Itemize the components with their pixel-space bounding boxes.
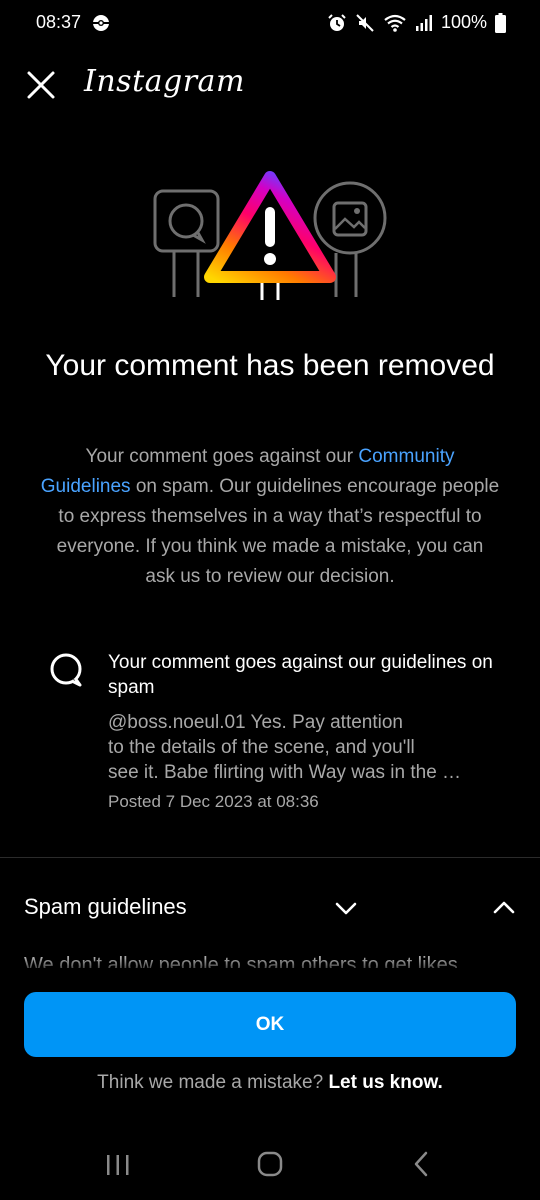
mute-icon bbox=[356, 13, 374, 32]
comment-text-line: @boss.noeul.01 Yes. Pay attention bbox=[108, 712, 404, 733]
chevron-down-icon[interactable] bbox=[332, 894, 360, 922]
comment-posted-date: Posted 7 Dec 2023 at 08:36 bbox=[108, 792, 319, 811]
comment-heading: Your comment goes against our guidelines… bbox=[108, 652, 493, 698]
recent-apps-icon[interactable] bbox=[104, 1152, 132, 1178]
comment-text: @boss.noeul.01 Yes. Pay attention to the… bbox=[108, 710, 498, 785]
status-time: 08:37 bbox=[36, 12, 82, 32]
removed-comment-card: Your comment goes against our guidelines… bbox=[48, 648, 508, 828]
description-text-start: Your comment goes against our bbox=[85, 446, 359, 467]
spam-guidelines-title: Spam guidelines bbox=[24, 894, 187, 919]
comment-text-line: to the details of the scene, and you'll bbox=[108, 737, 415, 758]
warning-illustration bbox=[153, 171, 387, 300]
wifi-icon bbox=[384, 14, 406, 32]
status-bar: 08:37 100% bbox=[0, 0, 540, 48]
instagram-logo: Instagram bbox=[84, 64, 245, 99]
comment-text-line: see it. Babe flirting with Way was in th… bbox=[108, 762, 462, 783]
battery-icon bbox=[495, 12, 506, 33]
back-icon[interactable] bbox=[410, 1150, 432, 1178]
alarm-icon bbox=[328, 13, 346, 31]
mistake-prompt: Think we made a mistake? Let us know. bbox=[0, 1072, 540, 1094]
spam-guidelines-section[interactable]: Spam guidelines bbox=[0, 876, 540, 936]
ok-button[interactable]: OK bbox=[24, 992, 516, 1057]
mistake-text: Think we made a mistake? bbox=[97, 1072, 324, 1093]
description: Your comment goes against our Community … bbox=[40, 442, 500, 592]
app-bar: Instagram bbox=[0, 56, 540, 112]
pokeball-notification-icon bbox=[93, 15, 109, 31]
system-navigation-bar bbox=[0, 1140, 540, 1190]
page-title: Your comment has been removed bbox=[45, 349, 495, 382]
status-icons: 100% bbox=[327, 12, 506, 33]
signal-icon bbox=[415, 14, 432, 31]
divider bbox=[0, 857, 540, 858]
fade-overlay bbox=[0, 958, 540, 976]
chevron-up-icon[interactable] bbox=[490, 894, 518, 922]
let-us-know-link[interactable]: Let us know. bbox=[328, 1072, 442, 1093]
close-icon[interactable] bbox=[24, 68, 58, 102]
battery-percentage: 100% bbox=[440, 12, 487, 32]
warning-triangle-icon bbox=[204, 171, 336, 300]
home-icon[interactable] bbox=[256, 1150, 284, 1178]
comment-icon bbox=[50, 653, 82, 687]
